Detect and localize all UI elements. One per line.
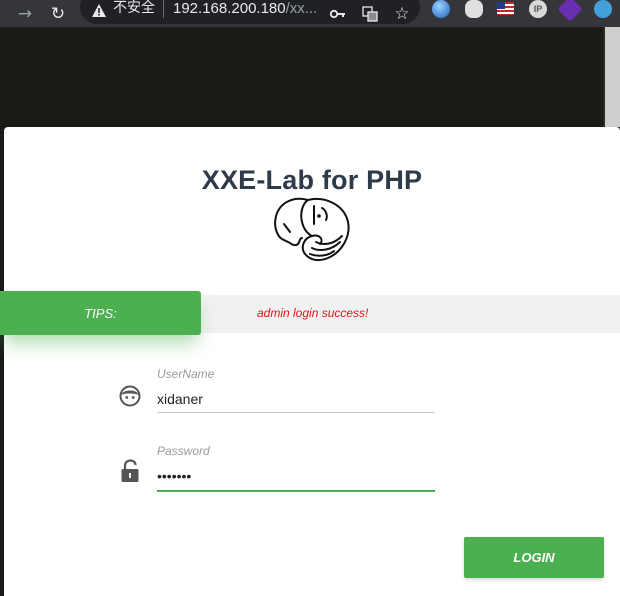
tips-message: admin login success! [257,306,369,320]
ip-extension-icon[interactable]: IP [529,0,547,18]
lock-open-icon [121,459,139,482]
omnibox-divider [163,0,164,18]
page-title: XXE-Lab for PHP [201,165,423,195]
user-face-icon [119,385,141,407]
username-label: UserName [157,367,215,381]
username-underline [157,412,435,413]
cloud-extension-icon[interactable] [465,0,483,18]
reload-icon[interactable]: ↻ [46,0,70,27]
scrollbar-thumb[interactable] [605,27,620,127]
password-underline [157,490,435,492]
globe-extension-icon[interactable] [432,0,450,18]
php-elephant-icon [274,197,350,262]
star-icon[interactable]: ☆ [391,0,413,27]
login-button[interactable]: LOGIN [464,537,604,578]
purple-gem-extension-icon[interactable] [557,0,583,22]
password-input[interactable] [157,466,435,486]
url-host: 192.168.200.180 [173,0,286,17]
us-flag-extension-icon[interactable] [497,2,514,15]
username-input[interactable] [157,389,435,409]
url-text[interactable]: 192.168.200.180/xx... [173,0,317,17]
key-icon[interactable] [327,0,349,27]
tips-label: TIPS: [0,291,201,335]
forward-arrow-icon[interactable]: → [14,0,36,27]
warning-icon[interactable] [90,1,108,19]
translate-icon[interactable] [359,0,381,27]
password-label: Password [157,444,210,458]
url-path: /xx... [285,0,318,17]
browser-toolbar: → ↻ 不安全 192.168.200.180/xx... ☆ IP [0,0,620,27]
chat-extension-icon[interactable] [594,0,612,18]
security-status-label[interactable]: 不安全 [113,0,155,17]
